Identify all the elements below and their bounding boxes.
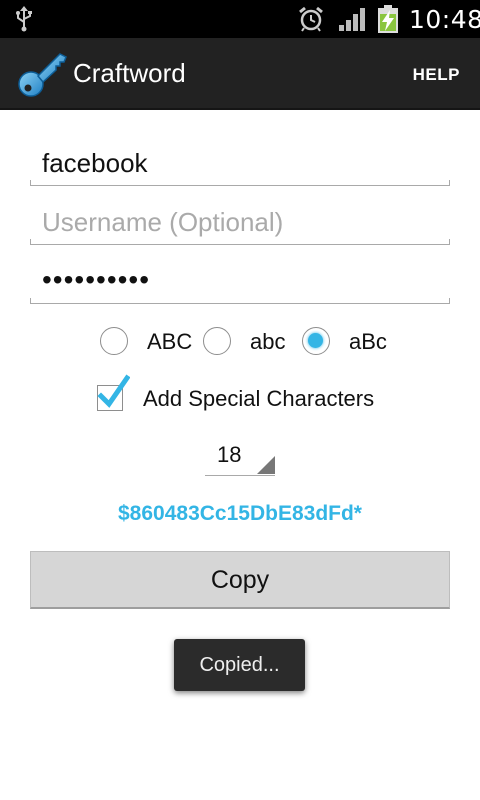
radio-mixedcase-label[interactable]: aBc bbox=[349, 329, 387, 355]
password-field[interactable]: •••••••••• bbox=[30, 260, 450, 304]
site-field[interactable]: facebook bbox=[30, 142, 450, 186]
special-chars-checkbox[interactable] bbox=[97, 374, 130, 411]
alarm-icon bbox=[298, 6, 324, 37]
case-radio-group: ABC abc aBc bbox=[0, 325, 480, 359]
status-time: 10:48 bbox=[409, 5, 480, 34]
length-spinner[interactable]: 18 bbox=[205, 442, 275, 476]
special-chars-label[interactable]: Add Special Characters bbox=[143, 386, 374, 412]
spinner-arrow-icon bbox=[257, 456, 275, 474]
password-value: •••••••••• bbox=[42, 264, 151, 295]
length-value: 18 bbox=[217, 442, 242, 467]
status-bar: 10:48 bbox=[0, 0, 480, 38]
site-value: facebook bbox=[42, 148, 148, 178]
radio-mixedcase[interactable] bbox=[302, 327, 330, 355]
copy-button[interactable]: Copy bbox=[30, 551, 450, 609]
generated-password: $860483Cc15DbE83dFd* bbox=[118, 502, 362, 525]
radio-lowercase[interactable] bbox=[203, 327, 231, 355]
radio-uppercase[interactable] bbox=[100, 327, 128, 355]
battery-charging-icon bbox=[376, 5, 400, 38]
help-button[interactable]: HELP bbox=[413, 65, 460, 85]
radio-lowercase-label[interactable]: abc bbox=[250, 329, 285, 355]
username-placeholder: Username (Optional) bbox=[42, 207, 284, 237]
action-bar: Craftword HELP bbox=[0, 38, 480, 110]
radio-uppercase-label[interactable]: ABC bbox=[147, 329, 192, 355]
username-field[interactable]: Username (Optional) bbox=[30, 201, 450, 245]
signal-icon bbox=[338, 6, 368, 37]
usb-icon bbox=[14, 6, 34, 37]
toast-message: Copied... bbox=[174, 639, 305, 691]
checkmark-icon bbox=[97, 374, 130, 408]
key-icon[interactable] bbox=[16, 48, 68, 105]
app-title: Craftword bbox=[73, 58, 186, 88]
